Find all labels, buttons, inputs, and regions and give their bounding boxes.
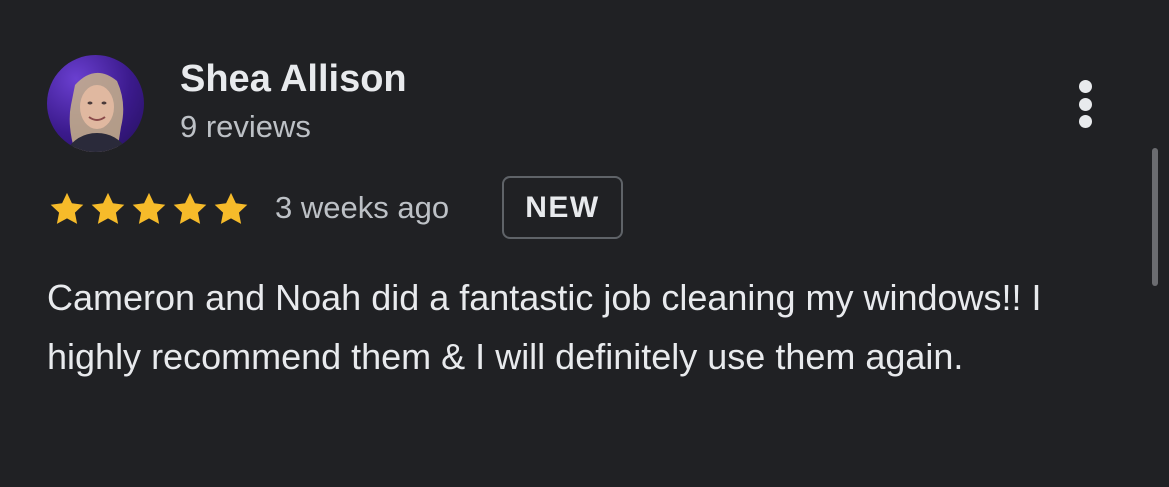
star-icon — [50, 192, 84, 224]
review-text: Cameron and Noah did a fantastic job cle… — [47, 277, 1042, 377]
review-time: 3 weeks ago — [275, 190, 450, 225]
star-icon — [214, 192, 248, 224]
star-rating — [47, 190, 251, 228]
reviewer-name[interactable]: Shea Allison — [180, 57, 407, 101]
review-count: 9 reviews — [180, 109, 311, 144]
new-badge: NEW — [502, 176, 623, 239]
star-icon — [132, 192, 166, 224]
more-vert-icon — [1078, 80, 1092, 93]
star-icon — [173, 192, 207, 224]
star-icon — [91, 192, 125, 224]
avatar-photo — [65, 72, 129, 152]
review-card: Shea Allison 9 reviews 3 weeks ago NEW C… — [0, 0, 1169, 487]
more-options-button[interactable] — [1062, 76, 1108, 132]
avatar[interactable] — [47, 55, 144, 152]
scrollbar[interactable] — [1152, 148, 1158, 286]
